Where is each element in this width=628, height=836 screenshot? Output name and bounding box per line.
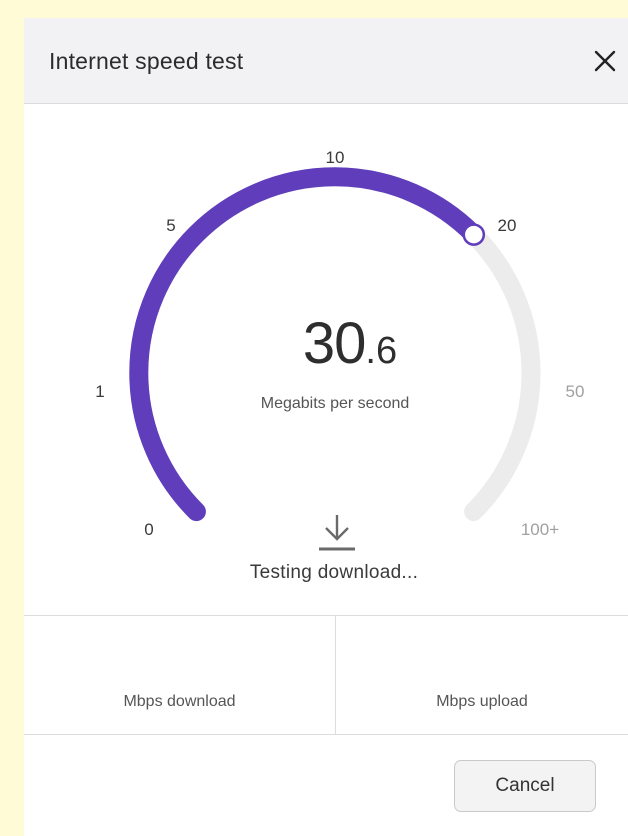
tick-label-20: 20: [498, 216, 517, 235]
results-panel: Mbps download Mbps upload: [24, 615, 628, 735]
speed-unit-label: Megabits per second: [260, 395, 410, 412]
speed-reading-decimal: .6: [365, 330, 398, 372]
status-text: Testing download...: [249, 562, 419, 583]
upload-result-label: Mbps upload: [436, 693, 528, 710]
tick-label-50: 50: [566, 382, 585, 401]
download-result-label: Mbps download: [123, 693, 236, 710]
tick-label-5: 5: [166, 216, 175, 235]
download-arrow-icon: [319, 515, 355, 551]
tick-label-0: 0: [144, 520, 153, 539]
results-divider: [335, 616, 336, 734]
speed-reading-whole: 30: [302, 311, 367, 376]
gauge-needle-knob: [462, 223, 486, 246]
tick-label-1: 1: [95, 382, 104, 401]
tick-label-100-plus: 100+: [521, 520, 559, 539]
speed-test-dialog: Internet speed test 0 1 5 10 20 50 100+ …: [24, 18, 628, 836]
tick-label-10: 10: [326, 148, 345, 167]
speed-reading: 30.6: [250, 310, 450, 377]
cancel-button[interactable]: Cancel: [454, 760, 596, 812]
